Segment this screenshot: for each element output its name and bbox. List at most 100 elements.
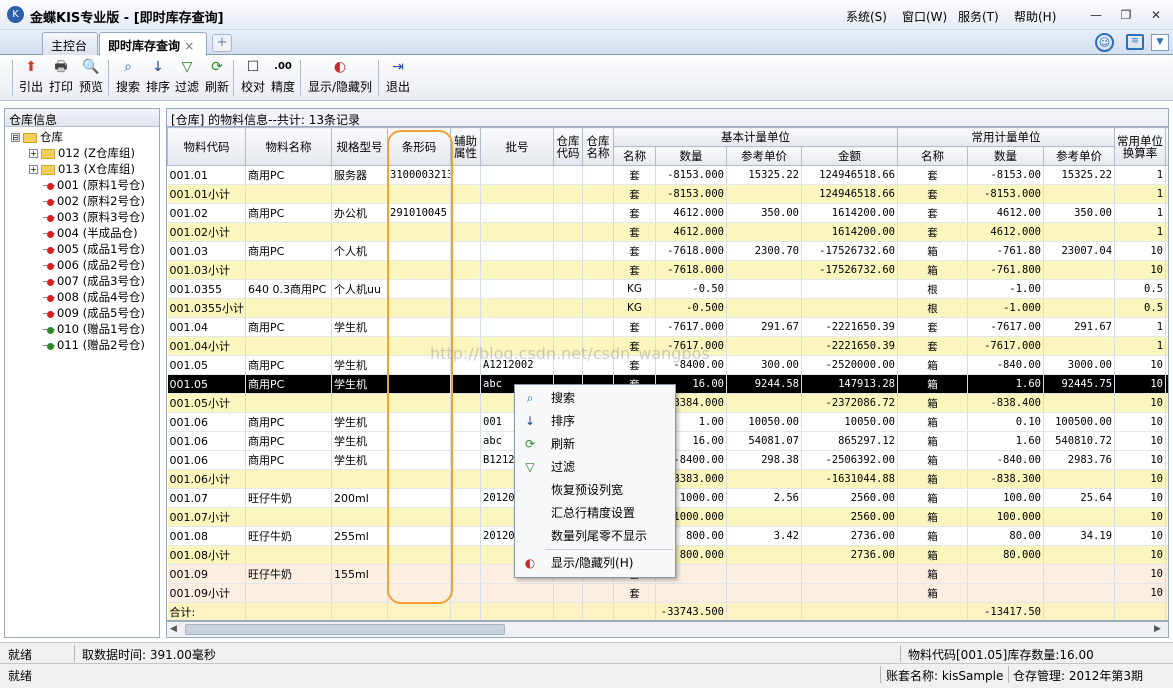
col-header-aux[interactable]: 辅助属性	[450, 127, 481, 166]
col-header-spec[interactable]: 规格型号	[331, 127, 388, 166]
toolbar-exit-button[interactable]: ⇥ 退出	[384, 58, 412, 98]
col-header-name[interactable]: 物料名称	[245, 127, 332, 166]
tab-console[interactable]: 主控台	[42, 32, 98, 55]
toolbar-precision-button[interactable]: .00 精度	[269, 58, 297, 98]
context-menu-item[interactable]: ▽ 过滤	[515, 456, 675, 478]
cell-c-price	[1043, 545, 1116, 565]
menu-system[interactable]: 系统(S)	[846, 8, 887, 25]
context-menu-item[interactable]: 数量列尾零不显示	[515, 525, 675, 547]
table-row[interactable]: 001.0355 640 0.3商用PC 个人机uu KG -0.50 根 -1.00 0.5…	[167, 279, 1168, 299]
tree-node-warehouse[interactable]: 004 (半成品仓)	[43, 225, 138, 241]
tree-node-group[interactable]: +012 (Z仓库组)	[29, 145, 135, 161]
minimize-icon[interactable]: —	[1088, 8, 1104, 22]
tree-node-warehouse[interactable]: 003 (原料3号仓)	[43, 209, 145, 225]
collapse-icon[interactable]: ⊟	[11, 133, 20, 142]
tree-node-warehouse[interactable]: 008 (成品4号仓)	[43, 289, 145, 305]
message-icon[interactable]: ≡	[1126, 34, 1144, 50]
col-header-rate[interactable]: 常用单位换算率	[1114, 127, 1167, 166]
cell-b-price	[726, 260, 802, 280]
context-menu-item[interactable]: ⌕ 搜索	[515, 387, 675, 409]
col-header-last[interactable]: 综	[1165, 127, 1168, 166]
col-header-common-name[interactable]: 名称	[897, 146, 968, 166]
col-header-wh-code[interactable]: 仓库代码	[553, 127, 583, 166]
cell-code: 001.01小计	[167, 184, 246, 204]
col-header-wh-name[interactable]: 仓库名称	[582, 127, 614, 166]
toolbar-printer-button[interactable]: 🖶 打印	[47, 58, 75, 98]
tree-node-warehouse[interactable]: 007 (成品3号仓)	[43, 273, 145, 289]
table-row[interactable]: 001.01 商用PC 服务器 3100003213 套 -8153.000 15325.2…	[167, 165, 1168, 185]
cell-spec	[331, 260, 388, 280]
col-header-common-price[interactable]: 参考单价	[1042, 146, 1116, 166]
tree-node-warehouse[interactable]: 001 (原料1号仓)	[43, 177, 145, 193]
toolbar-refresh-button[interactable]: ⟳ 刷新	[204, 58, 230, 98]
subtotal-row[interactable]: 001.03小计 套 -7618.000 -17526732.60 箱 -761.800 1…	[167, 260, 1168, 280]
toolbar-export-button[interactable]: ⬆ 引出	[18, 58, 44, 98]
cell-c-unit: 箱	[897, 564, 968, 584]
col-header-base-price[interactable]: 参考单价	[726, 146, 802, 166]
cell-code: 001.05	[167, 374, 246, 394]
toolbar-search-button[interactable]: ⌕ 搜索	[114, 58, 142, 98]
sort-icon: ↓	[152, 59, 164, 75]
context-menu-item[interactable]: 恢复预设列宽	[515, 479, 675, 501]
tab-inventory-query[interactable]: 即时库存查询 ×	[99, 32, 207, 56]
toolbar-columns-button[interactable]: ◐ 显示/隐藏列	[305, 58, 375, 98]
expand-icon[interactable]: +	[29, 165, 38, 174]
restore-icon[interactable]: ❐	[1118, 8, 1134, 22]
menu-window[interactable]: 窗口(W)	[902, 8, 947, 25]
cell-aux	[450, 545, 481, 565]
new-tab-icon[interactable]: +	[212, 34, 232, 52]
subtotal-row[interactable]: 001.02小计套4612.0001614200.00套4612.0001461…	[167, 222, 1168, 242]
tree-node-group[interactable]: +013 (X仓库组)	[29, 161, 135, 177]
context-menu-item[interactable]: ⟳ 刷新	[515, 433, 675, 455]
scroll-right-icon[interactable]: ▶	[1154, 624, 1161, 634]
tree-node-warehouse[interactable]: 002 (原料2号仓)	[43, 193, 145, 209]
tree-node-warehouse[interactable]: 009 (成品5号仓)	[43, 305, 145, 321]
col-header-code[interactable]: 物料代码	[167, 127, 246, 166]
total-row[interactable]: 合计: -33743.500 -13417.50	[167, 602, 1168, 620]
toolbar-sort-button[interactable]: ↓ 排序	[145, 58, 171, 98]
subtotal-row[interactable]: 001.0355小计 KG-0.500 根-1.000 0.5-1根	[167, 298, 1168, 318]
col-header-common-qty[interactable]: 数量	[967, 146, 1044, 166]
subtotal-row[interactable]: 001.01小计套 -8153.000 124946518.66 套 -8153.000…	[167, 184, 1168, 204]
cell-c-price	[1043, 336, 1116, 356]
status-divider	[880, 666, 881, 683]
cell-name	[245, 260, 332, 280]
context-menu-item[interactable]: ↓ 排序	[515, 410, 675, 432]
smiley-icon[interactable]: ☺	[1095, 33, 1114, 52]
tree-node-warehouse[interactable]: 005 (成品1号仓)	[43, 241, 145, 257]
tree-node-root[interactable]: ⊟ 仓库	[11, 129, 63, 145]
warehouse-icon	[43, 244, 55, 256]
cell-spec	[331, 222, 388, 242]
context-menu-item[interactable]: 汇总行精度设置	[515, 502, 675, 524]
toolbar-separator	[233, 60, 234, 96]
tree-node-warehouse[interactable]: 006 (成品2号仓)	[43, 257, 145, 273]
scrollbar-thumb[interactable]	[185, 624, 505, 635]
menu-service[interactable]: 服务(T)	[958, 8, 999, 25]
close-icon[interactable]: ✕	[1148, 8, 1164, 22]
table-row[interactable]: 001.03 商用PC 个人机 套 -7618.000 2300.70 -17526732.…	[167, 241, 1168, 261]
col-header-base-amount[interactable]: 金额	[801, 146, 898, 166]
warehouse-tree-header: 仓库信息	[5, 109, 159, 127]
toolbar-filter-button[interactable]: ▽ 过滤	[174, 58, 200, 98]
horizontal-scrollbar[interactable]: ◀ ▶	[166, 621, 1169, 638]
col-header-base-qty[interactable]: 数量	[655, 146, 727, 166]
toolbar-preview-button[interactable]: 🔍 预览	[77, 58, 105, 98]
toolbar-checklist-button[interactable]: ☐ 校对	[239, 58, 267, 98]
menu-help[interactable]: 帮助(H)	[1014, 8, 1056, 25]
cell-b-price: 9244.58	[726, 374, 802, 394]
expand-icon[interactable]: +	[29, 149, 38, 158]
cell-b-unit: 套	[613, 260, 656, 280]
cell-batch	[480, 602, 554, 620]
table-row[interactable]: 001.02 商用PC 办公机 291010045 套 4612.000 350.00 161…	[167, 203, 1168, 223]
chevron-down-icon[interactable]: ▼	[1151, 34, 1169, 51]
context-menu-item[interactable]: ◐ 显示/隐藏列(H)	[515, 552, 675, 574]
tree-node-warehouse[interactable]: 010 (赠品1号仓)	[43, 321, 145, 337]
col-header-base-name[interactable]: 名称	[613, 146, 656, 166]
scroll-left-icon[interactable]: ◀	[170, 624, 177, 634]
status-period: 仓存管理: 2012年第3期	[1013, 669, 1144, 683]
col-header-batch[interactable]: 批号	[480, 127, 554, 166]
table-row[interactable]: 001.04 商用PC 学生机套 -7617.000 291.67 -2221650.39…	[167, 317, 1168, 337]
tree-node-warehouse[interactable]: 011 (赠品2号仓)	[43, 337, 145, 353]
table-row[interactable]: 001.09小计 套 箱 10	[167, 583, 1168, 603]
tab-close-icon[interactable]: ×	[184, 39, 194, 53]
